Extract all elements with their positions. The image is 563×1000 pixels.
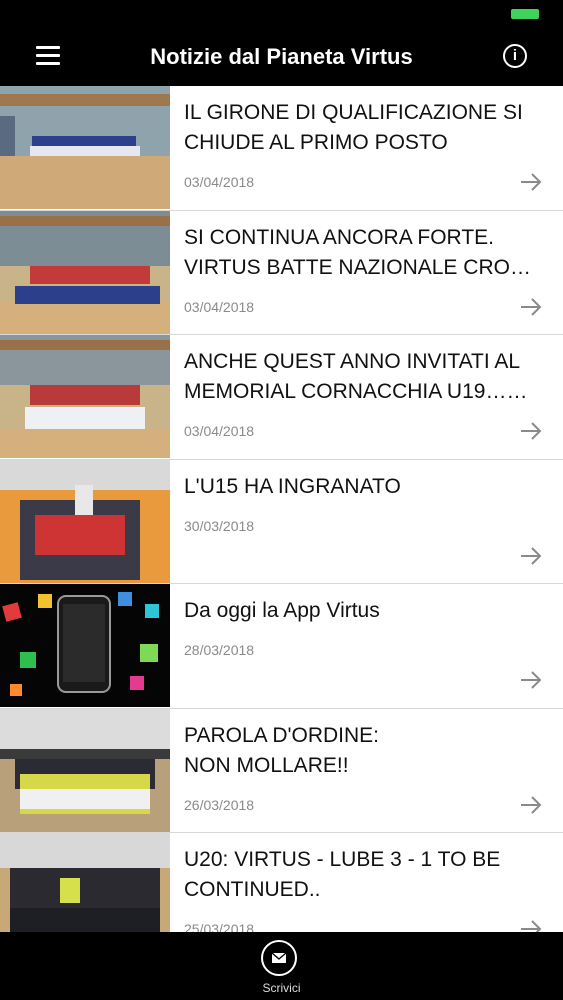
- arrow-right-icon[interactable]: [519, 546, 543, 566]
- envelope-icon: [271, 952, 287, 963]
- news-thumbnail: [0, 86, 170, 209]
- news-thumbnail: [0, 335, 170, 458]
- arrow-right-icon[interactable]: [519, 172, 543, 192]
- news-item[interactable]: U20: VIRTUS - LUBE 3 - 1 TO BE CONTINUED…: [0, 833, 563, 932]
- tab-label: Scrivici: [262, 981, 301, 995]
- info-icon[interactable]: i: [503, 44, 527, 68]
- news-thumbnail: [0, 708, 170, 832]
- news-date: 26/03/2018: [184, 796, 255, 813]
- arrow-right-icon[interactable]: [519, 421, 543, 441]
- news-title: PAROLA D'ORDINE: NON MOLLARE!!: [184, 723, 379, 777]
- news-date: 25/03/2018: [184, 921, 255, 932]
- news-thumbnail: [0, 584, 170, 707]
- news-item[interactable]: IL GIRONE DI QUALIFICAZIONE SI CHIUDE AL…: [0, 86, 563, 211]
- battery-icon: [511, 9, 539, 19]
- status-bar: [0, 0, 563, 28]
- news-date: 28/03/2018: [184, 642, 255, 658]
- page-title: Notizie dal Pianeta Virtus: [150, 44, 413, 69]
- news-item[interactable]: Da oggi la App Virtus 28/03/2018: [0, 584, 563, 709]
- news-date: 30/03/2018: [184, 517, 255, 534]
- news-thumbnail: [0, 459, 170, 583]
- news-title: SI CONTINUA ANCORA FORTE. VIRTUS BATTE N…: [184, 225, 531, 279]
- tab-bar: Scrivici: [0, 932, 563, 1000]
- news-date: 03/04/2018: [184, 423, 255, 439]
- news-title: Da oggi la App Virtus: [184, 599, 380, 622]
- news-item[interactable]: SI CONTINUA ANCORA FORTE. VIRTUS BATTE N…: [0, 210, 563, 335]
- arrow-right-icon[interactable]: [519, 297, 543, 317]
- news-date: 03/04/2018: [184, 174, 255, 190]
- news-item[interactable]: ANCHE QUEST ANNO INVITATI AL MEMORIAL CO…: [0, 335, 563, 460]
- news-title: IL GIRONE DI QUALIFICAZIONE SI CHIUDE AL…: [184, 101, 523, 154]
- tab-scrivici[interactable]: [261, 940, 297, 976]
- news-list[interactable]: IL GIRONE DI QUALIFICAZIONE SI CHIUDE AL…: [0, 86, 563, 932]
- news-title: ANCHE QUEST ANNO INVITATI AL MEMORIAL CO…: [184, 350, 528, 403]
- news-title: U20: VIRTUS - LUBE 3 - 1 TO BE CONTINUED…: [184, 848, 501, 901]
- news-date: 03/04/2018: [184, 298, 255, 315]
- news-item[interactable]: PAROLA D'ORDINE: NON MOLLARE!! 26/03/201…: [0, 708, 563, 833]
- arrow-right-icon[interactable]: [519, 795, 543, 815]
- arrow-right-icon[interactable]: [519, 919, 543, 932]
- arrow-right-icon[interactable]: [519, 670, 543, 690]
- news-title: L'U15 HA INGRANATO: [184, 474, 401, 498]
- news-item[interactable]: L'U15 HA INGRANATO 30/03/2018: [0, 459, 563, 584]
- navigation-bar: Notizie dal Pianeta Virtus i: [0, 28, 563, 86]
- news-thumbnail: [0, 833, 170, 932]
- news-thumbnail: [0, 210, 170, 334]
